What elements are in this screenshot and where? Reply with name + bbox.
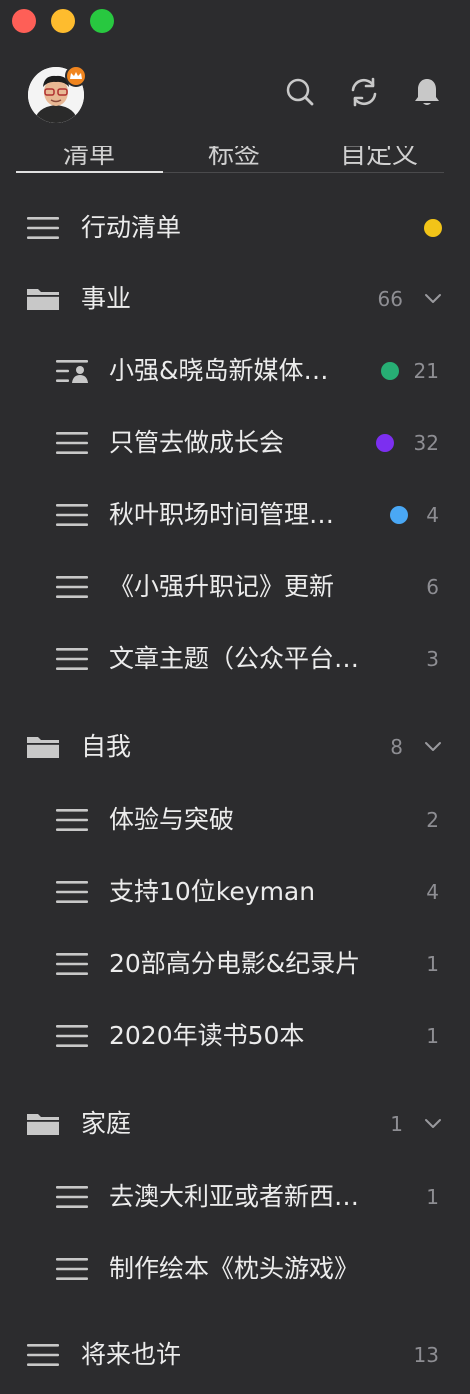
tab-bar: 清单 标签 自定义 (16, 126, 444, 174)
list-item-label: 将来也许 (81, 1340, 182, 1369)
sync-icon (351, 77, 377, 107)
list-icon (27, 217, 59, 239)
list-item-book-update[interactable]: 《小强升职记》更新 6 (0, 559, 470, 615)
crown-icon (70, 72, 82, 79)
app-window: 清单 标签 自定义 行动清单 事业 66 小强&晓岛新媒体… 21 只管去做成长… (0, 0, 470, 1394)
folder-label: 自我 (81, 732, 132, 761)
avatar[interactable] (28, 65, 87, 123)
window-controls (12, 9, 114, 33)
tab-overlap-cover (16, 126, 444, 146)
folder-family[interactable]: 家庭 1 (0, 1096, 470, 1152)
list-item-action[interactable]: 行动清单 (0, 200, 470, 256)
list-item-picture-book[interactable]: 制作绘本《枕头游戏》 (0, 1241, 470, 1297)
list-item-label: 《小强升职记》更新 (109, 572, 335, 601)
list-icon (56, 504, 88, 526)
list-item-time-mgmt[interactable]: 秋叶职场时间管理… 4 (0, 487, 470, 543)
list-item-count: 13 (413, 1343, 439, 1367)
list-item-keyman[interactable]: 支持10位keyman 4 (0, 864, 470, 920)
folder-label: 事业 (81, 284, 132, 313)
list-item-count: 4 (426, 503, 439, 527)
list-icon (56, 432, 88, 454)
list-item-count: 1 (426, 1024, 439, 1048)
list-icon (56, 1186, 88, 1208)
folder-icon (27, 289, 59, 310)
list-icon (27, 1344, 59, 1366)
minimize-window-button[interactable] (51, 9, 75, 33)
bell-icon (415, 79, 439, 105)
list-icon (56, 953, 88, 975)
folder-count: 1 (390, 1112, 403, 1136)
shared-list-icon (56, 360, 88, 383)
list-item-count: 1 (426, 1185, 439, 1209)
list-item-count: 2 (426, 808, 439, 832)
list-item-experience[interactable]: 体验与突破 2 (0, 792, 470, 848)
list-icon (56, 1258, 88, 1280)
list-item-reading[interactable]: 2020年读书50本 1 (0, 1008, 470, 1064)
folder-count: 8 (390, 735, 403, 759)
tab-active-indicator (16, 171, 163, 173)
chevron-down-icon[interactable] (423, 289, 443, 309)
list-color-dot (376, 434, 394, 452)
sync-button[interactable] (348, 76, 380, 108)
list-item-new-media[interactable]: 小强&晓岛新媒体… 21 (0, 343, 470, 399)
list-item-count: 21 (413, 359, 439, 383)
folder-icon (27, 737, 59, 758)
list-icon (56, 881, 88, 903)
folder-self[interactable]: 自我 8 (0, 719, 470, 775)
list-item-label: 秋叶职场时间管理… (109, 500, 335, 529)
folder-count: 66 (377, 287, 403, 311)
folder-label: 家庭 (81, 1109, 132, 1138)
list-item-label: 支持10位keyman (109, 877, 316, 906)
list-item-count: 1 (426, 952, 439, 976)
list-icon (56, 1025, 88, 1047)
folder-icon (27, 1114, 59, 1135)
vip-crown-badge (65, 65, 87, 87)
list-item-label: 小强&晓岛新媒体… (109, 356, 329, 385)
list-item-count: 6 (426, 575, 439, 599)
folder-career[interactable]: 事业 66 (0, 271, 470, 327)
zoom-window-button[interactable] (90, 9, 114, 33)
list-item-growth[interactable]: 只管去做成长会 32 (0, 415, 470, 471)
list-item-count: 32 (413, 431, 439, 455)
list-color-dot (381, 362, 399, 380)
list-icon (56, 648, 88, 670)
close-window-button[interactable] (12, 9, 36, 33)
list-icon (56, 576, 88, 598)
list-icon (56, 809, 88, 831)
list-item-travel[interactable]: 去澳大利亚或者新西… 1 (0, 1169, 470, 1225)
search-icon (286, 78, 314, 106)
chevron-down-icon[interactable] (423, 1114, 443, 1134)
list-item-label: 20部高分电影&纪录片 (109, 949, 361, 978)
chevron-down-icon[interactable] (423, 737, 443, 757)
list-item-count: 3 (426, 647, 439, 671)
list-item-label: 行动清单 (81, 213, 182, 242)
list-item-count: 4 (426, 880, 439, 904)
list-item-label: 文章主题（公众平台… (109, 644, 360, 673)
list-item-label: 2020年读书50本 (109, 1021, 305, 1050)
list-item-label: 去澳大利亚或者新西… (109, 1182, 360, 1211)
list-color-dot (424, 219, 442, 237)
search-button[interactable] (284, 76, 316, 108)
list-item-movies[interactable]: 20部高分电影&纪录片 1 (0, 936, 470, 992)
list-item-someday[interactable]: 将来也许 13 (0, 1327, 470, 1383)
notifications-button[interactable] (411, 76, 443, 108)
list-item-article-topics[interactable]: 文章主题（公众平台… 3 (0, 631, 470, 687)
list-item-label: 只管去做成长会 (109, 428, 285, 457)
list-item-label: 制作绘本《枕头游戏》 (109, 1254, 360, 1283)
list-item-label: 体验与突破 (109, 805, 235, 834)
